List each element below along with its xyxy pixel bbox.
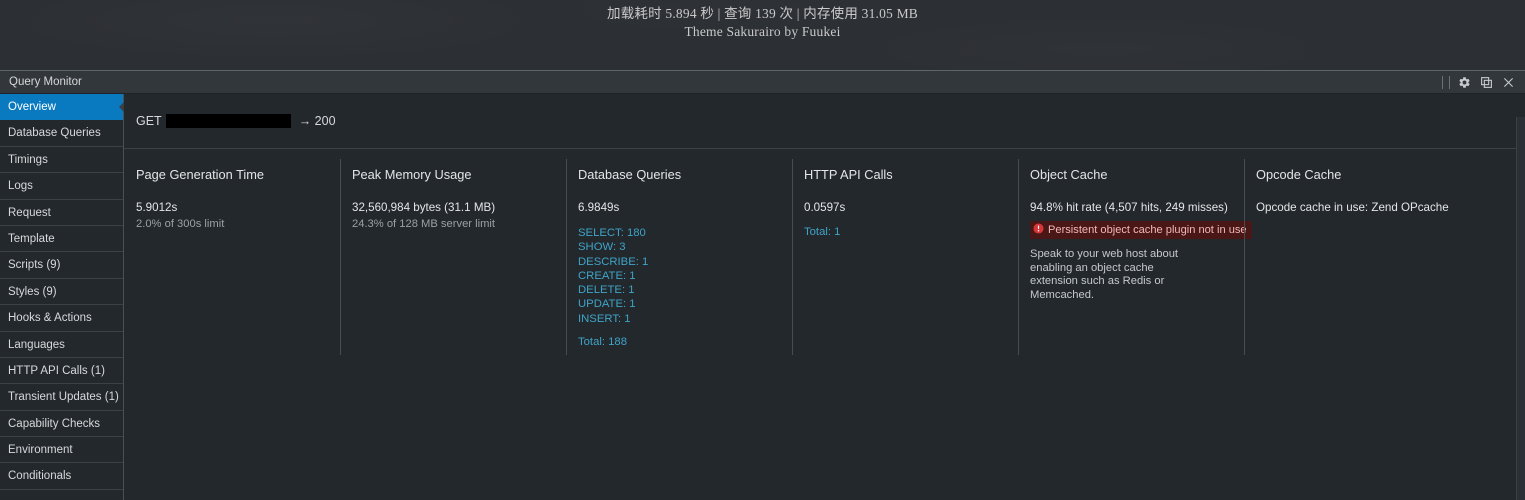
stat-value: 6.9849s	[578, 201, 620, 214]
panel-right-edge	[1516, 117, 1525, 500]
stat-database-queries: Database Queries 6.9849s SELECT: 180 SHO…	[566, 157, 792, 355]
column-divider	[1018, 159, 1019, 355]
query-monitor-panel: Query Monitor Overview Database Queries …	[0, 70, 1525, 500]
titlebar-divider	[1442, 75, 1443, 89]
sidebar-item-capability-checks[interactable]: Capability Checks	[0, 411, 123, 438]
request-summary: GET → 200	[124, 94, 1525, 149]
sidebar-item-languages[interactable]: Languages	[0, 332, 123, 358]
object-cache-note: Speak to your web host about enabling an…	[1030, 248, 1179, 301]
stat-value: 0.0597s	[804, 201, 846, 214]
query-type-link[interactable]: SELECT: 180	[578, 226, 778, 240]
sidebar-item-logs[interactable]: Logs	[0, 173, 123, 200]
stat-value: Opcode cache in use: Zend OPcache	[1256, 201, 1449, 214]
sidebar-item-hooks-and-actions[interactable]: Hooks & Actions	[0, 305, 123, 332]
sidebar-item-label: Database Queries	[8, 127, 101, 140]
column-divider	[340, 159, 341, 355]
overview-panel: GET → 200 Page Generation Time 5.9012s 2…	[124, 94, 1525, 500]
column-divider	[792, 159, 793, 355]
query-type-link[interactable]: UPDATE: 1	[578, 297, 778, 311]
object-cache-warning-label: Persistent object cache plugin not in us…	[1048, 224, 1247, 236]
sidebar-item-styles[interactable]: Styles (9)	[0, 279, 123, 306]
request-status: → 200	[298, 114, 336, 128]
column-divider	[566, 159, 567, 355]
sidebar-item-environment[interactable]: Environment	[0, 437, 123, 464]
stat-opcode-cache: Opcode Cache Opcode cache in use: Zend O…	[1244, 157, 1489, 355]
query-monitor-titlebar: Query Monitor	[0, 71, 1525, 94]
http-total-link[interactable]: Total: 1	[804, 225, 1004, 239]
sidebar-item-label: Environment	[8, 444, 73, 457]
query-type-link[interactable]: DELETE: 1	[578, 283, 778, 297]
sidebar-item-template[interactable]: Template	[0, 226, 123, 253]
panel-body: Overview Database Queries Timings Logs R…	[0, 94, 1525, 500]
site-stats-line: 加载耗时 5.894 秒 | 查询 139 次 | 内存使用 31.05 MB	[607, 6, 918, 21]
sidebar-item-label: Capability Checks	[8, 417, 101, 430]
sidebar-item-transient-updates[interactable]: Transient Updates (1)	[0, 384, 123, 411]
panel-sidebar: Overview Database Queries Timings Logs R…	[0, 94, 124, 500]
query-type-link[interactable]: CREATE: 1	[578, 269, 778, 283]
stat-page-generation-time: Page Generation Time 5.9012s 2.0% of 300…	[124, 157, 340, 349]
stat-title: Database Queries	[578, 167, 682, 182]
stat-value: 94.8% hit rate (4,507 hits, 249 misses)	[1030, 201, 1228, 214]
sidebar-item-overview[interactable]: Overview	[0, 94, 124, 121]
sidebar-item-label: Logs	[8, 180, 33, 193]
stat-title: Opcode Cache	[1256, 167, 1342, 182]
sidebar-item-label: Overview	[8, 101, 56, 113]
sidebar-item-http-api-calls[interactable]: HTTP API Calls (1)	[0, 358, 123, 385]
alert-circle-icon	[1033, 223, 1044, 237]
sidebar-item-conditionals[interactable]: Conditionals	[0, 463, 123, 490]
titlebar-divider	[1449, 75, 1450, 89]
overview-stats: Page Generation Time 5.9012s 2.0% of 300…	[124, 149, 1525, 355]
sidebar-item-label: Request	[8, 206, 51, 219]
sidebar-item-label: Styles (9)	[8, 285, 57, 298]
request-method: GET	[136, 114, 162, 128]
stat-title: Object Cache	[1030, 167, 1108, 182]
sidebar-item-label: HTTP API Calls (1)	[8, 364, 105, 377]
site-page-background: 加载耗时 5.894 秒 | 查询 139 次 | 内存使用 31.05 MB …	[0, 0, 1525, 70]
stat-value: 32,560,984 bytes (31.1 MB)	[352, 201, 496, 214]
titlebar-actions	[1439, 71, 1525, 93]
settings-button[interactable]	[1453, 72, 1475, 92]
stat-http-api-calls: HTTP API Calls 0.0597s Total: 1	[792, 157, 1018, 355]
stat-subtext: 24.3% of 128 MB server limit	[352, 218, 496, 230]
dock-toggle-button[interactable]	[1475, 72, 1497, 92]
stat-title: Page Generation Time	[136, 167, 265, 182]
query-type-link[interactable]: SHOW: 3	[578, 240, 778, 254]
dock-toggle-icon	[1480, 76, 1493, 89]
stat-title: HTTP API Calls	[804, 167, 893, 182]
stat-object-cache: Object Cache 94.8% hit rate (4,507 hits,…	[1018, 157, 1252, 355]
close-icon	[1503, 77, 1514, 88]
sidebar-item-database-queries[interactable]: Database Queries	[0, 120, 123, 147]
sidebar-item-label: Hooks & Actions	[8, 312, 92, 325]
sidebar-item-scripts[interactable]: Scripts (9)	[0, 252, 123, 279]
sidebar-item-label: Scripts (9)	[8, 259, 61, 272]
sidebar-item-timings[interactable]: Timings	[0, 147, 123, 174]
sidebar-item-label: Transient Updates (1)	[8, 391, 119, 404]
site-credit-line: Theme Sakurairo by Fuukei	[684, 24, 841, 39]
query-total-link[interactable]: Total: 188	[578, 335, 778, 349]
column-divider	[1244, 159, 1245, 355]
sidebar-item-label: Template	[8, 232, 55, 245]
sidebar-item-label: Timings	[8, 153, 48, 166]
panel-title: Query Monitor	[9, 76, 82, 88]
request-url-redacted	[165, 114, 291, 128]
query-type-list: SELECT: 180 SHOW: 3 DESCRIBE: 1 CREATE: …	[578, 226, 778, 349]
close-button[interactable]	[1497, 72, 1519, 92]
stat-subtext: 2.0% of 300s limit	[136, 218, 225, 230]
sidebar-item-label: Languages	[8, 338, 65, 351]
stat-peak-memory-usage: Peak Memory Usage 32,560,984 bytes (31.1…	[340, 157, 566, 355]
query-type-link[interactable]: DESCRIBE: 1	[578, 255, 778, 269]
query-type-link[interactable]: INSERT: 1	[578, 312, 778, 326]
object-cache-warning: Persistent object cache plugin not in us…	[1030, 221, 1252, 239]
stat-title: Peak Memory Usage	[352, 167, 472, 182]
sidebar-item-label: Conditionals	[8, 470, 72, 483]
gear-icon	[1458, 76, 1471, 89]
stat-value: 5.9012s	[136, 201, 178, 214]
sidebar-item-request[interactable]: Request	[0, 200, 123, 226]
